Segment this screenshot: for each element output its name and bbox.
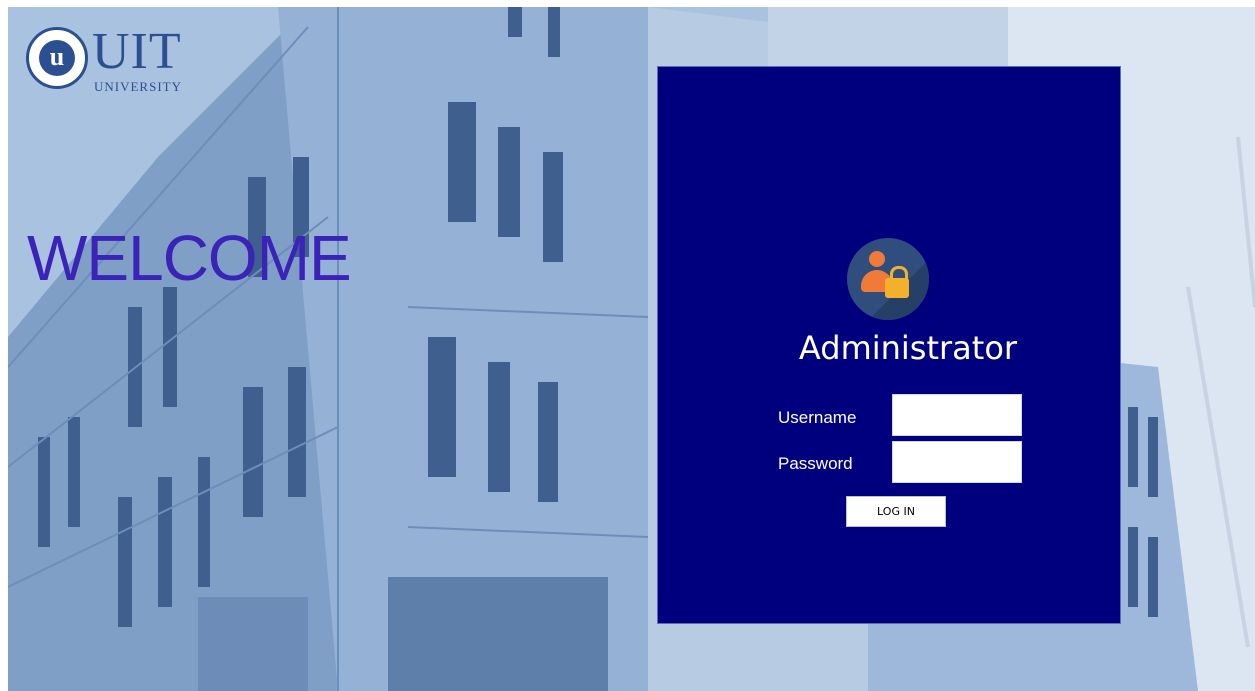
panel-title: Administrator (798, 329, 1018, 367)
login-panel: Administrator Username Password LOG IN (657, 66, 1121, 624)
seal-letter: u (39, 40, 75, 76)
password-input[interactable] (892, 441, 1022, 483)
admin-user-lock-icon (847, 238, 929, 320)
welcome-heading: WELCOME (27, 222, 352, 294)
logo-name: UIT (92, 23, 182, 80)
username-input[interactable] (892, 394, 1022, 436)
uit-university-logo: u UIT UNIVERSITY (26, 23, 206, 99)
password-label: Password (778, 454, 853, 473)
logo-subtitle: UNIVERSITY (94, 79, 182, 94)
login-button[interactable]: LOG IN (846, 496, 946, 527)
university-seal-icon: u (26, 27, 88, 89)
username-label: Username (778, 408, 857, 427)
